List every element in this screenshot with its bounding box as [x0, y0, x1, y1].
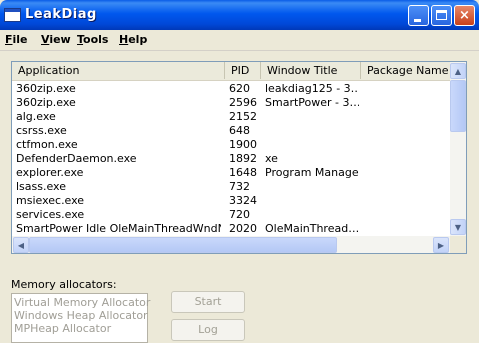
cell-pid: 620: [229, 82, 250, 95]
allocator-item[interactable]: MPHeap Allocator: [14, 322, 111, 335]
app-icon: [4, 8, 21, 22]
cell-app: services.exe: [16, 208, 85, 221]
table-row[interactable]: DefenderDaemon.exe 1892 xe: [12, 152, 450, 166]
chevron-right-icon: ▶: [437, 241, 445, 250]
cell-pid: 1892: [229, 152, 257, 165]
table-row[interactable]: lsass.exe 732: [12, 180, 450, 194]
table-row[interactable]: SmartPower Idle OleMainThreadWndName 2020…: [12, 222, 450, 236]
minimize-icon: [414, 19, 421, 22]
maximize-icon: [436, 10, 447, 20]
scroll-up-button[interactable]: ▲: [450, 63, 466, 79]
cell-app: csrss.exe: [16, 124, 67, 137]
cell-title: OleMainThread…: [265, 222, 359, 235]
column-header-package-name[interactable]: Package Name: [361, 62, 450, 79]
cell-title: Program Manager: [265, 166, 359, 179]
close-icon: ×: [459, 8, 470, 23]
close-button[interactable]: ×: [454, 5, 475, 26]
memory-allocators-label: Memory allocators:: [11, 278, 117, 291]
column-header-window-title[interactable]: Window Title: [261, 62, 361, 79]
cell-app: alg.exe: [16, 110, 56, 123]
list-header: Application PID Window Title Package Nam…: [12, 62, 450, 81]
chevron-down-icon: ▼: [454, 223, 462, 232]
cell-app: 360zip.exe: [16, 96, 76, 109]
maximize-button[interactable]: [431, 5, 452, 26]
allocator-item[interactable]: Windows Heap Allocator: [14, 309, 148, 322]
cell-pid: 720: [229, 208, 250, 221]
cell-pid: 648: [229, 124, 250, 137]
table-row[interactable]: explorer.exe 1648 Program Manager: [12, 166, 450, 180]
horizontal-scroll-thumb[interactable]: [29, 237, 337, 253]
process-list[interactable]: Application PID Window Title Package Nam…: [11, 61, 467, 254]
chevron-left-icon: ◀: [17, 241, 25, 250]
column-header-pid[interactable]: PID: [225, 62, 261, 79]
minimize-button[interactable]: [408, 5, 429, 26]
menu-bar: File View Tools Help: [0, 30, 479, 51]
scroll-right-button[interactable]: ▶: [433, 237, 449, 253]
cell-app: DefenderDaemon.exe: [16, 152, 137, 165]
allocator-item[interactable]: Virtual Memory Allocator: [14, 296, 150, 309]
scroll-left-button[interactable]: ◀: [13, 237, 29, 253]
cell-app: 360zip.exe: [16, 82, 76, 95]
menu-file[interactable]: File: [5, 33, 28, 46]
scroll-down-button[interactable]: ▼: [450, 219, 466, 235]
table-row[interactable]: services.exe 720: [12, 208, 450, 222]
cell-app: ctfmon.exe: [16, 138, 78, 151]
cell-pid: 732: [229, 180, 250, 193]
table-row[interactable]: csrss.exe 648: [12, 124, 450, 138]
window-title: LeakDiag: [25, 7, 97, 22]
horizontal-scrollbar[interactable]: ◀ ▶: [12, 236, 450, 253]
vertical-scroll-thumb[interactable]: [450, 80, 466, 132]
cell-title: xe: [265, 152, 278, 165]
table-row[interactable]: alg.exe 2152: [12, 110, 450, 124]
table-row[interactable]: msiexec.exe 3324: [12, 194, 450, 208]
cell-title: SmartPower - 3…: [265, 96, 359, 109]
scrollbar-corner: [450, 236, 466, 253]
table-row[interactable]: 360zip.exe 2596 SmartPower - 3…: [12, 96, 450, 110]
menu-help[interactable]: Help: [119, 33, 147, 46]
cell-app: lsass.exe: [16, 180, 66, 193]
cell-pid: 1648: [229, 166, 257, 179]
cell-app: explorer.exe: [16, 166, 84, 179]
menu-view[interactable]: View: [41, 33, 71, 46]
vertical-scrollbar[interactable]: ▲ ▼: [450, 62, 466, 236]
cell-pid: 2596: [229, 96, 257, 109]
cell-app: SmartPower Idle OleMainThreadWndName: [16, 222, 221, 235]
cell-pid: 3324: [229, 194, 257, 207]
cell-pid: 2152: [229, 110, 257, 123]
chevron-up-icon: ▲: [454, 67, 462, 76]
cell-pid: 2020: [229, 222, 257, 235]
start-button[interactable]: Start: [171, 291, 245, 313]
memory-allocators-list[interactable]: Virtual Memory Allocator Windows Heap Al…: [11, 293, 150, 343]
title-bar[interactable]: LeakDiag ×: [0, 0, 479, 30]
cell-app: msiexec.exe: [16, 194, 85, 207]
log-button[interactable]: Log: [171, 319, 245, 341]
cell-pid: 1900: [229, 138, 257, 151]
cell-title: leakdiag125 - 3…: [265, 82, 359, 95]
table-row[interactable]: 360zip.exe 620 leakdiag125 - 3…: [12, 82, 450, 96]
menu-tools[interactable]: Tools: [77, 33, 108, 46]
column-header-application[interactable]: Application: [12, 62, 225, 79]
table-row[interactable]: ctfmon.exe 1900: [12, 138, 450, 152]
